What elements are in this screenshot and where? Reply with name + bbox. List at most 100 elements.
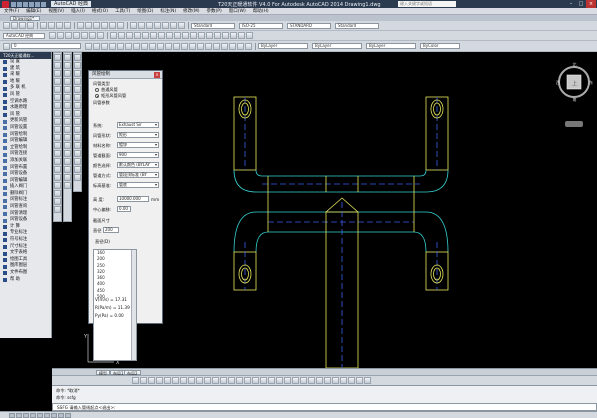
new-icon[interactable] xyxy=(3,22,10,29)
break-icon[interactable] xyxy=(64,150,71,157)
menu-modify[interactable]: 修改(M) xyxy=(183,8,199,14)
tz-tool-icon[interactable] xyxy=(150,32,157,39)
zoom-window-icon[interactable] xyxy=(109,22,116,29)
list-scrollbar[interactable] xyxy=(131,250,136,360)
palette-item[interactable]: 文件布图 xyxy=(0,270,51,277)
tz-tool-icon[interactable] xyxy=(172,377,179,384)
dyn-toggle[interactable] xyxy=(58,412,64,418)
minimize-button[interactable]: – xyxy=(566,0,576,8)
trim-icon[interactable] xyxy=(64,126,71,133)
palette-item[interactable]: 设 置 xyxy=(0,59,51,66)
open-icon[interactable] xyxy=(17,1,22,7)
text-style-combo[interactable]: Standard xyxy=(191,22,235,29)
tz-tool-icon[interactable] xyxy=(316,377,323,384)
layer-tool-icon[interactable] xyxy=(229,42,236,50)
tz-tool-icon[interactable] xyxy=(134,32,141,39)
help-icon[interactable] xyxy=(178,22,185,29)
layer-tool-icon[interactable] xyxy=(81,32,88,39)
tz-tool-icon[interactable] xyxy=(190,32,197,39)
polyline-icon[interactable] xyxy=(54,70,61,77)
color-select[interactable]: 默认颜色 (BYLAY xyxy=(117,162,159,168)
section-select[interactable]: 900 xyxy=(117,152,159,158)
grid-toggle[interactable] xyxy=(16,412,22,418)
viewcube[interactable]: 上 北 南 西 东 xyxy=(555,58,593,128)
tz-tool-icon[interactable] xyxy=(236,377,243,384)
tz-tool-icon[interactable] xyxy=(332,377,339,384)
tz-tool-icon[interactable] xyxy=(230,32,237,39)
plotstyle-combo[interactable]: ByColor xyxy=(420,43,460,49)
tz-tool-icon[interactable] xyxy=(324,377,331,384)
scale-icon[interactable] xyxy=(64,110,71,117)
join-icon[interactable] xyxy=(64,158,71,165)
move-icon[interactable] xyxy=(64,94,71,101)
xline-icon[interactable] xyxy=(54,62,61,69)
tz-tool-icon[interactable] xyxy=(74,134,81,141)
insert-block-icon[interactable] xyxy=(54,142,61,149)
ellipse-icon[interactable] xyxy=(54,126,61,133)
revcloud-icon[interactable] xyxy=(54,110,61,117)
layer-manager-icon[interactable] xyxy=(3,42,10,50)
mode-select[interactable]: 管段顶标准 (BY xyxy=(117,172,159,178)
layer-tool-icon[interactable] xyxy=(245,42,252,50)
add-selected-icon[interactable] xyxy=(54,206,61,213)
stretch-icon[interactable] xyxy=(64,118,71,125)
menu-parametric[interactable]: 参数(P) xyxy=(207,8,222,14)
table-style-combo[interactable]: STANDARD xyxy=(287,22,331,29)
workspace-combo[interactable]: AutoCAD 经典 xyxy=(3,32,45,39)
layer-state-icon[interactable] xyxy=(101,42,108,50)
line-icon[interactable] xyxy=(54,54,61,61)
dim-style-combo[interactable]: ISO-25 xyxy=(239,22,283,29)
tz-tool-icon[interactable] xyxy=(340,377,347,384)
redo-icon[interactable] xyxy=(85,22,92,29)
undo-icon[interactable] xyxy=(77,22,84,29)
tz-tool-icon[interactable] xyxy=(252,377,259,384)
tz-tool-icon[interactable] xyxy=(206,32,213,39)
tool-palette-icon[interactable] xyxy=(146,22,153,29)
point-icon[interactable] xyxy=(54,158,61,165)
diameter-field[interactable]: 200 xyxy=(103,227,119,233)
layer-tool-icon[interactable] xyxy=(97,32,104,39)
tz-tool-icon[interactable] xyxy=(204,377,211,384)
layer-tool-icon[interactable] xyxy=(89,32,96,39)
layer-isolate-icon[interactable] xyxy=(109,42,116,50)
copy-icon[interactable] xyxy=(48,22,55,29)
menu-edit[interactable]: 编辑(E) xyxy=(26,8,41,14)
tz-tool-icon[interactable] xyxy=(74,142,81,149)
menu-view[interactable]: 视图(V) xyxy=(48,8,64,14)
layer-previous-icon[interactable] xyxy=(93,42,100,50)
tz-tool-icon[interactable] xyxy=(74,150,81,157)
tz-tool-icon[interactable] xyxy=(158,32,165,39)
polygon-icon[interactable] xyxy=(54,78,61,85)
sheet-set-icon[interactable] xyxy=(154,22,161,29)
tz-tool-icon[interactable] xyxy=(300,377,307,384)
gradient-icon[interactable] xyxy=(54,174,61,181)
fillet-icon[interactable] xyxy=(64,174,71,181)
ducs-toggle[interactable] xyxy=(51,412,57,418)
offset-field[interactable]: 0.00 xyxy=(117,206,131,212)
mleader-style-combo[interactable]: Standard xyxy=(335,22,379,29)
tz-tool-icon[interactable] xyxy=(156,377,163,384)
tz-tool-icon[interactable] xyxy=(284,377,291,384)
tz-tool-icon[interactable] xyxy=(348,377,355,384)
search-input[interactable]: 键入关键字或短语 xyxy=(398,1,456,7)
tz-tool-icon[interactable] xyxy=(196,377,203,384)
ortho-toggle[interactable] xyxy=(23,412,29,418)
wcs-button[interactable] xyxy=(565,121,583,127)
otrack-toggle[interactable] xyxy=(44,412,50,418)
tz-tool-icon[interactable] xyxy=(74,166,81,173)
layer-tool-icon[interactable] xyxy=(205,42,212,50)
tz-tool-icon[interactable] xyxy=(74,94,81,101)
spline-icon[interactable] xyxy=(54,118,61,125)
tz-tool-icon[interactable] xyxy=(222,32,229,39)
tz-tool-icon[interactable] xyxy=(74,86,81,93)
erase-icon[interactable] xyxy=(64,54,71,61)
layer-tool-icon[interactable] xyxy=(189,42,196,50)
make-current-icon[interactable] xyxy=(85,42,92,50)
design-center-icon[interactable] xyxy=(138,22,145,29)
snap-toggle[interactable] xyxy=(9,412,15,418)
material-select[interactable]: 镀锌 xyxy=(117,142,159,148)
radio-normal-duct[interactable] xyxy=(95,88,99,92)
undo-icon[interactable] xyxy=(35,1,40,7)
layer-filter-icon[interactable] xyxy=(181,42,188,50)
tz-tool-icon[interactable] xyxy=(132,377,139,384)
